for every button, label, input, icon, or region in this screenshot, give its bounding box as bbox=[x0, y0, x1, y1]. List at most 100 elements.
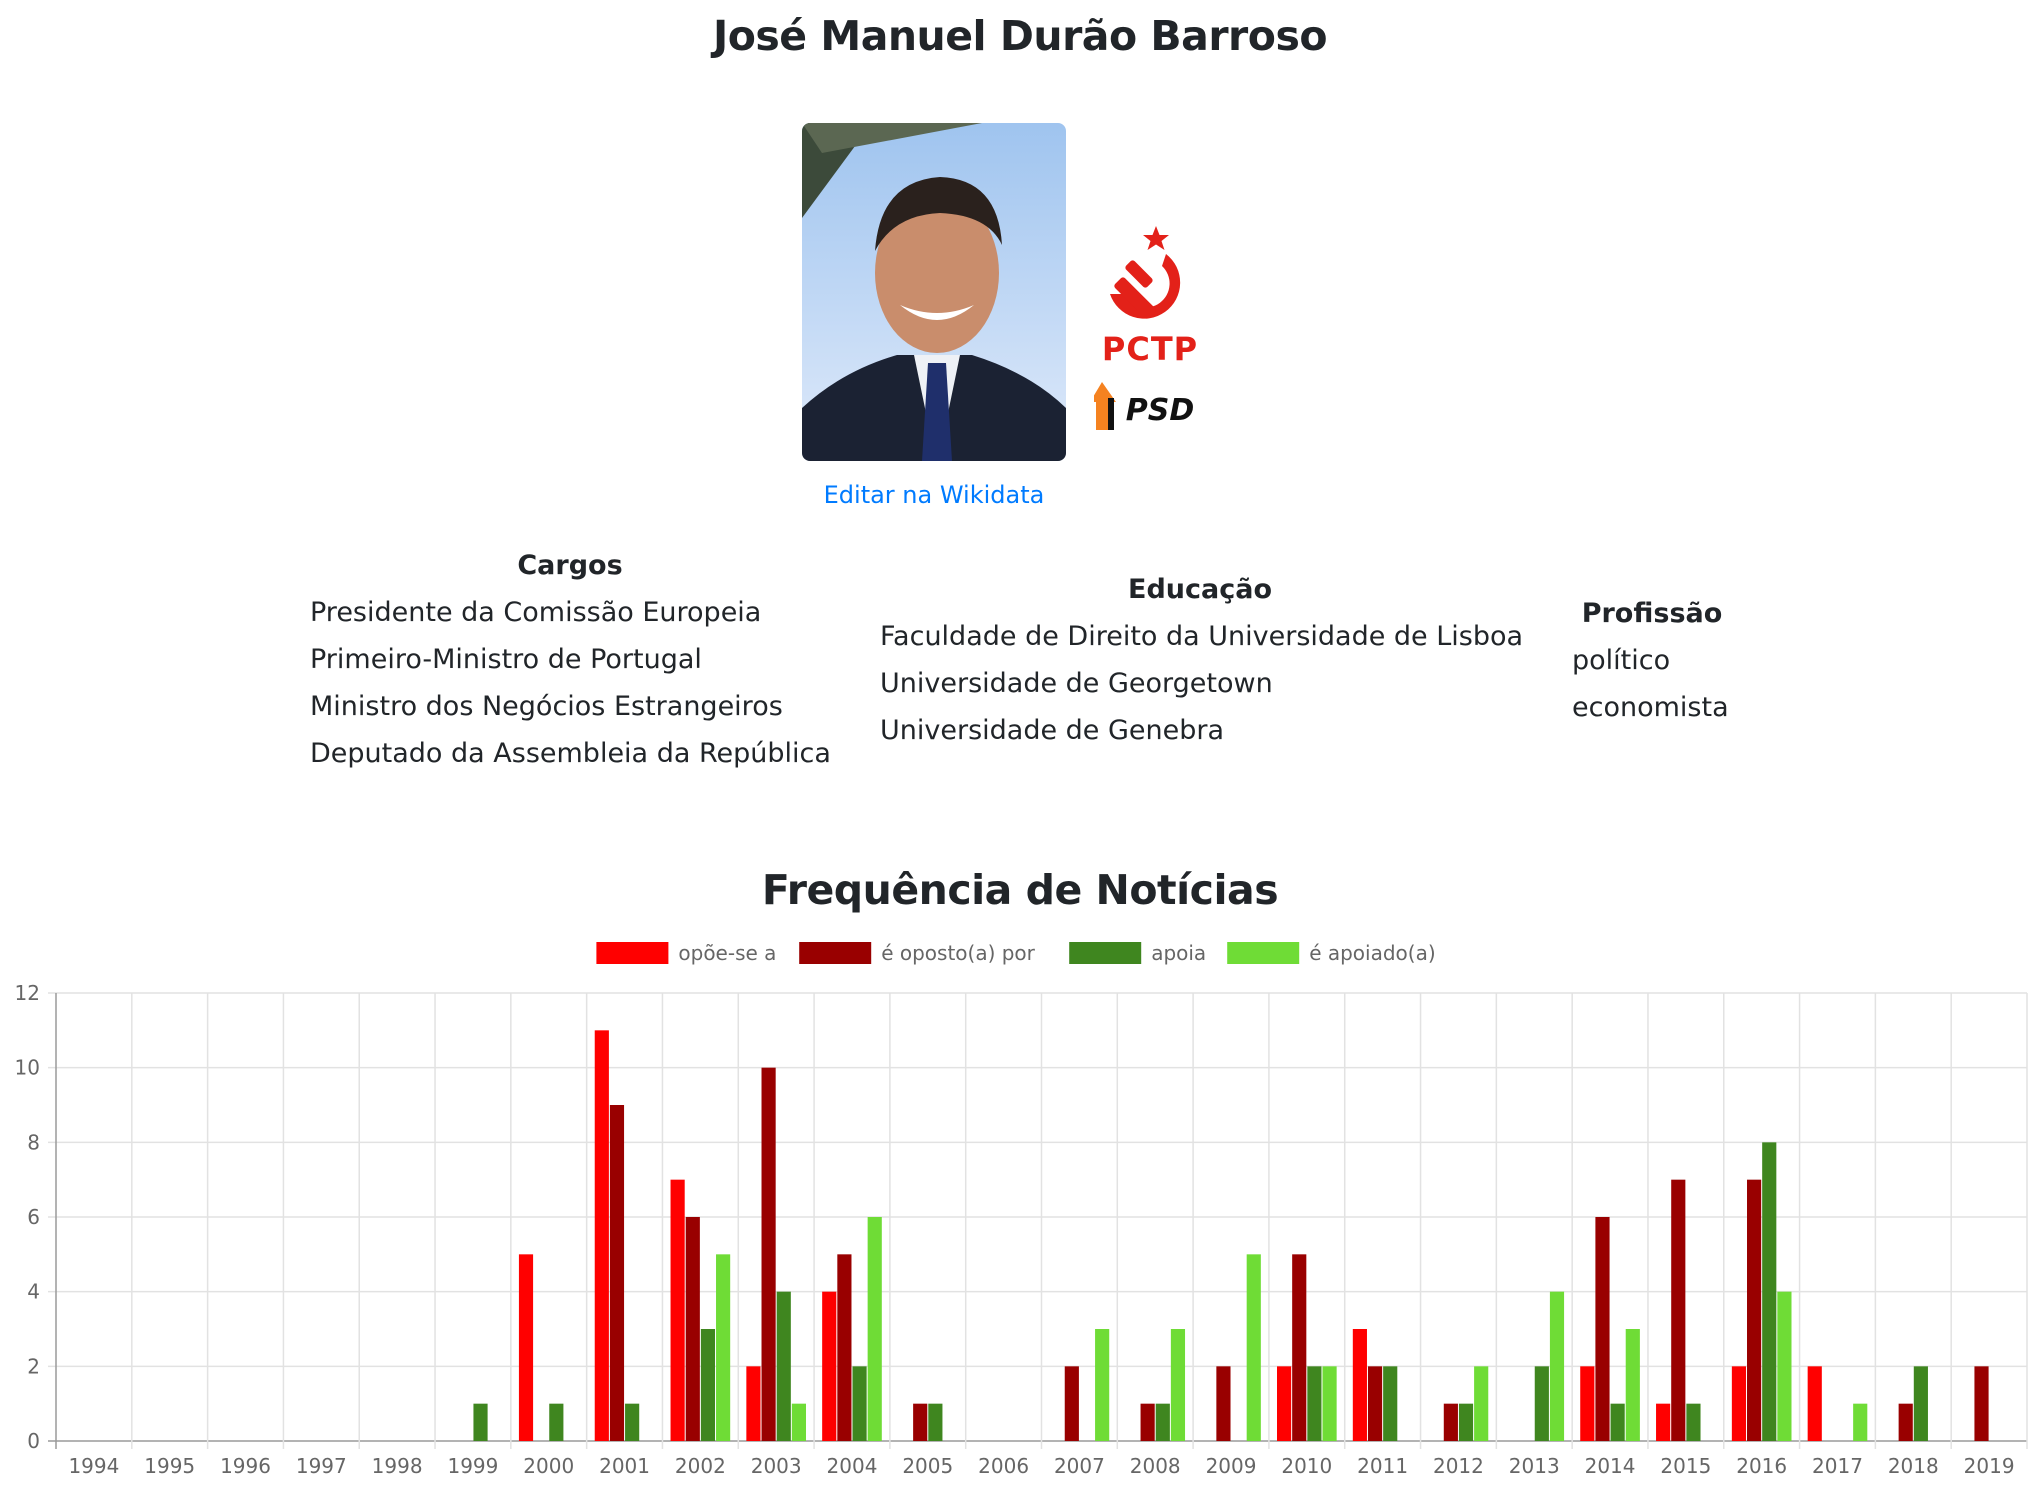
bar-3 bbox=[867, 1217, 882, 1441]
svg-text:PCTP: PCTP bbox=[1102, 330, 1198, 364]
bar-3 bbox=[1095, 1329, 1110, 1441]
y-tick-label: 12 bbox=[15, 981, 40, 1005]
bar-3 bbox=[1549, 1291, 1565, 1441]
bar-1 bbox=[1064, 1366, 1079, 1441]
bar-3 bbox=[1777, 1291, 1792, 1441]
x-tick-label: 2018 bbox=[1888, 1454, 1939, 1478]
legend-swatch bbox=[799, 942, 872, 964]
y-tick-label: 4 bbox=[27, 1280, 40, 1304]
bar-2 bbox=[1534, 1366, 1549, 1441]
x-tick-label: 2002 bbox=[675, 1454, 726, 1478]
x-tick-label: 2014 bbox=[1585, 1454, 1636, 1478]
x-tick-label: 2010 bbox=[1281, 1454, 1332, 1478]
x-tick-label: 2008 bbox=[1130, 1454, 1181, 1478]
bar-1 bbox=[1216, 1366, 1231, 1441]
bar-0 bbox=[822, 1291, 837, 1441]
edit-wikidata-link[interactable]: Editar na Wikidata bbox=[802, 481, 1066, 509]
bar-3 bbox=[1170, 1329, 1186, 1441]
bar-0 bbox=[746, 1366, 761, 1441]
legend-label: opõe-se a bbox=[678, 941, 776, 965]
x-tick-label: 2013 bbox=[1509, 1454, 1560, 1478]
bar-2 bbox=[1610, 1403, 1625, 1441]
bar-3 bbox=[1246, 1254, 1261, 1441]
chart-title: Frequência de Notícias bbox=[761, 866, 1279, 914]
bar-1 bbox=[761, 1067, 776, 1441]
x-tick-label: 2001 bbox=[599, 1454, 650, 1478]
news-frequency-chart: 0 2 4 6 8 10 12 1994 1995 1996 1997 1998 1999 2000 200… bbox=[15, 941, 2028, 1478]
bar-3 bbox=[1853, 1403, 1868, 1441]
x-tick-label: 1994 bbox=[68, 1454, 119, 1478]
profissao-heading: Profissão bbox=[1581, 598, 1723, 629]
bar-0 bbox=[594, 1030, 609, 1441]
bar-2 bbox=[700, 1329, 716, 1441]
bar-0 bbox=[1277, 1366, 1292, 1441]
bar-1 bbox=[1898, 1403, 1913, 1441]
bar-0 bbox=[1656, 1403, 1671, 1441]
x-tick-label: 1999 bbox=[447, 1454, 498, 1478]
legend-label: apoia bbox=[1151, 941, 1206, 965]
bar-2 bbox=[1686, 1403, 1701, 1441]
bar-2 bbox=[852, 1366, 867, 1441]
x-tick-label: 2016 bbox=[1736, 1454, 1787, 1478]
bar-1 bbox=[1671, 1179, 1686, 1441]
cargo-item: Primeiro-Ministro de Portugal bbox=[310, 644, 702, 675]
x-tick-label: 1995 bbox=[144, 1454, 195, 1478]
profissao-section: Profissão político economista bbox=[1572, 598, 1732, 731]
cargo-item: Presidente da Comissão Europeia bbox=[310, 597, 762, 628]
bar-2 bbox=[776, 1291, 791, 1441]
x-tick-label: 2005 bbox=[902, 1454, 953, 1478]
educacao-heading: Educação bbox=[1128, 574, 1272, 605]
cargos-heading: Cargos bbox=[517, 550, 623, 581]
bar-2 bbox=[625, 1403, 640, 1441]
x-tick-label: 1996 bbox=[220, 1454, 271, 1478]
educacao-item: Universidade de Georgetown bbox=[880, 668, 1273, 699]
x-tick-label: 2015 bbox=[1660, 1454, 1711, 1478]
x-tick-label: 2000 bbox=[523, 1454, 574, 1478]
educacao-item: Faculdade de Direito da Universidade de … bbox=[880, 621, 1524, 652]
bar-0 bbox=[1580, 1366, 1595, 1441]
bar-1 bbox=[837, 1254, 852, 1441]
bar-2 bbox=[549, 1403, 564, 1441]
x-tick-label: 2003 bbox=[751, 1454, 802, 1478]
pctp-logo: PCTP bbox=[1094, 224, 1206, 364]
cargo-item: Ministro dos Negócios Estrangeiros bbox=[310, 691, 783, 722]
bar-1 bbox=[685, 1217, 700, 1441]
bar-3 bbox=[791, 1403, 806, 1441]
legend-label: é oposto(a) por bbox=[881, 941, 1035, 965]
y-tick-label: 0 bbox=[27, 1429, 40, 1453]
y-tick-label: 2 bbox=[27, 1354, 40, 1378]
legend-swatch bbox=[1069, 942, 1142, 964]
bar-1 bbox=[1747, 1179, 1762, 1441]
cargo-item: Deputado da Assembleia da República bbox=[310, 738, 831, 769]
bar-0 bbox=[1807, 1366, 1822, 1441]
x-tick-label: 2011 bbox=[1357, 1454, 1408, 1478]
page-title: José Manuel Durão Barroso bbox=[712, 12, 1328, 60]
bar-1 bbox=[1595, 1217, 1610, 1441]
educacao-section: Educação Faculdade de Direito da Univers… bbox=[880, 574, 1524, 754]
x-tick-label: 2004 bbox=[827, 1454, 878, 1478]
bar-0 bbox=[670, 1179, 685, 1441]
bar-1 bbox=[1292, 1254, 1307, 1441]
x-tick-label: 2017 bbox=[1812, 1454, 1863, 1478]
profissao-item: político bbox=[1572, 645, 1671, 676]
x-tick-label: 2009 bbox=[1206, 1454, 1257, 1478]
y-tick-label: 8 bbox=[27, 1130, 40, 1154]
x-tick-label: 1998 bbox=[372, 1454, 423, 1478]
person-photo bbox=[802, 123, 1066, 461]
cargos-section: Cargos Presidente da Comissão Europeia P… bbox=[310, 550, 831, 777]
x-tick-label: 2012 bbox=[1433, 1454, 1484, 1478]
bar-1 bbox=[1443, 1403, 1458, 1441]
bar-2 bbox=[473, 1403, 488, 1441]
x-tick-label: 2006 bbox=[978, 1454, 1029, 1478]
svg-text:PSD: PSD bbox=[1126, 393, 1195, 428]
legend-swatch bbox=[596, 942, 669, 964]
bar-2 bbox=[928, 1403, 943, 1441]
y-tick-label: 10 bbox=[15, 1056, 40, 1080]
bar-2 bbox=[1155, 1403, 1170, 1441]
x-tick-label: 2007 bbox=[1054, 1454, 1105, 1478]
bar-1 bbox=[1140, 1403, 1155, 1441]
x-tick-label: 2019 bbox=[1964, 1454, 2015, 1478]
y-tick-label: 6 bbox=[27, 1205, 40, 1229]
bar-1 bbox=[913, 1403, 928, 1441]
bar-0 bbox=[1731, 1366, 1747, 1441]
